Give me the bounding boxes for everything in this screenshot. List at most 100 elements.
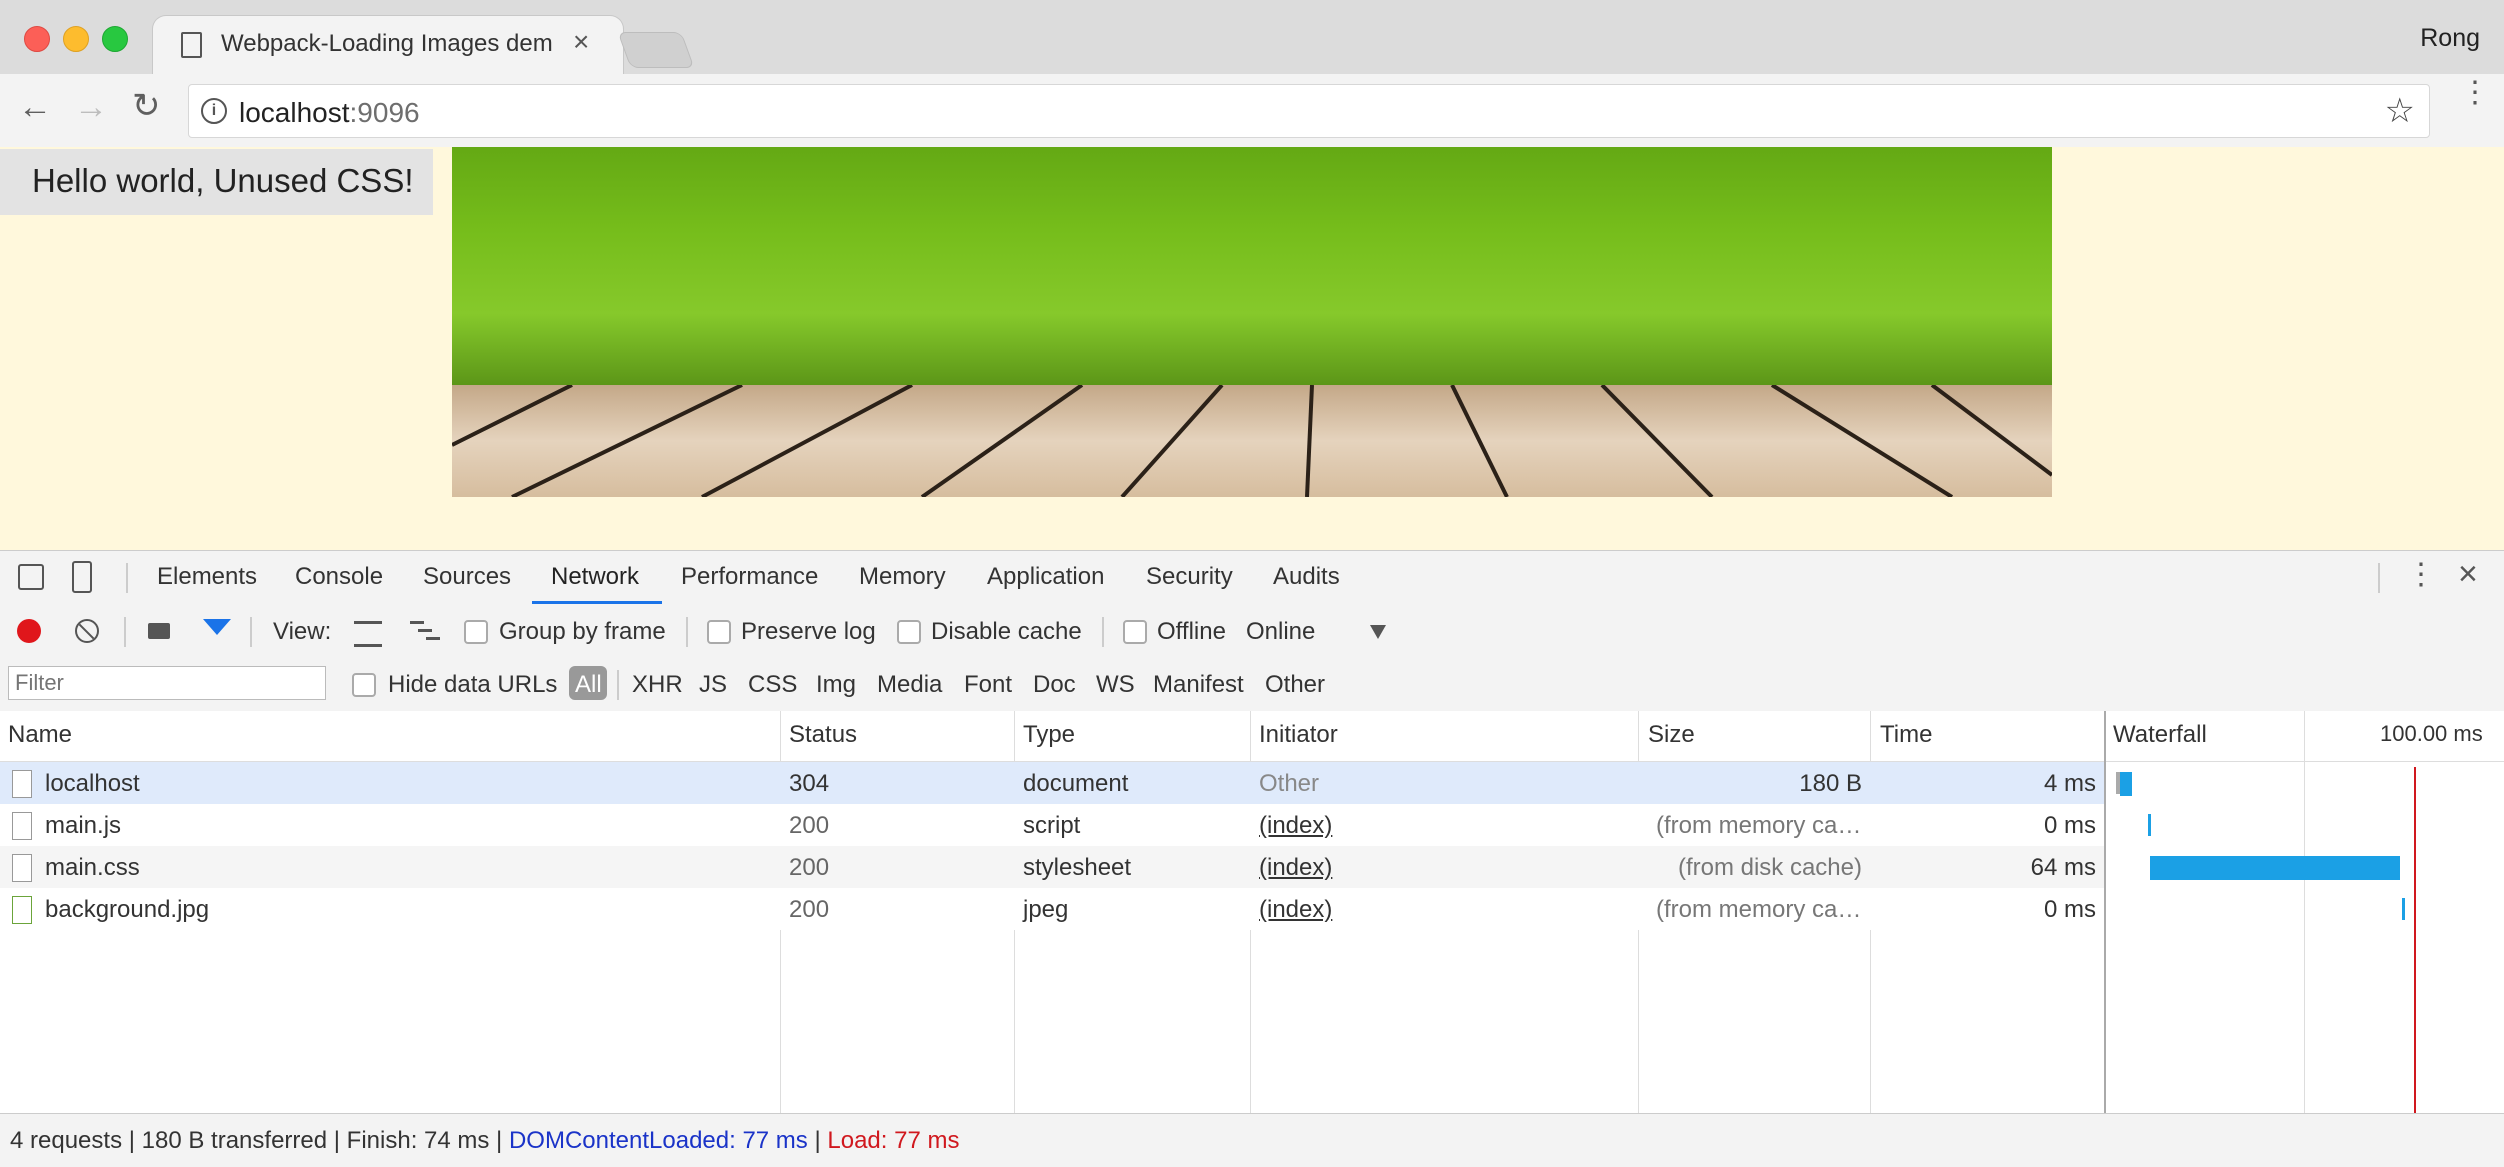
row-initiator-link[interactable]: (index) (1259, 854, 1332, 882)
offline-checkbox[interactable] (1123, 620, 1147, 644)
tab-console[interactable]: Console (295, 563, 383, 591)
type-filter-doc[interactable]: Doc (1033, 671, 1076, 699)
profile-name[interactable]: Rong (2420, 24, 2480, 53)
row-time: 4 ms (2043, 770, 2096, 797)
header-name[interactable]: Name (8, 721, 72, 749)
header-initiator[interactable]: Initiator (1259, 721, 1338, 749)
close-devtools-icon[interactable]: × (2458, 555, 2478, 594)
disable-cache-checkbox[interactable] (897, 620, 921, 644)
devtools-menu-icon[interactable]: ⋮ (2406, 557, 2436, 592)
row-time: 0 ms (2043, 896, 2096, 923)
waterfall-bar (2402, 898, 2405, 920)
row-type: document (1023, 770, 1129, 797)
row-name[interactable]: main.js (45, 812, 121, 840)
type-filter-all[interactable]: All (569, 666, 607, 700)
row-name[interactable]: localhost (45, 770, 140, 798)
type-filter-manifest[interactable]: Manifest (1153, 671, 1244, 699)
record-icon[interactable] (17, 619, 41, 643)
close-tab-icon[interactable]: × (573, 26, 589, 58)
browser-tab[interactable]: Webpack-Loading Images dem × (152, 15, 624, 76)
summary-domcontentloaded: DOMContentLoaded: 77 ms (508, 1127, 808, 1154)
deck-planks (452, 385, 2052, 497)
hide-data-urls-checkbox[interactable] (352, 673, 376, 697)
row-status: 200 (789, 854, 830, 881)
type-filter-ws[interactable]: WS (1096, 671, 1135, 699)
preserve-log-checkbox[interactable] (707, 620, 731, 644)
header-size[interactable]: Size (1648, 721, 1695, 749)
row-size: (from memory ca… (1656, 896, 1862, 923)
group-by-frame-checkbox[interactable] (464, 620, 488, 644)
filter-icon[interactable] (203, 619, 231, 635)
type-filter-xhr[interactable]: XHR (632, 671, 683, 699)
forward-icon[interactable]: → (74, 88, 108, 127)
filter-input[interactable] (8, 666, 326, 700)
row-name[interactable]: background.jpg (45, 896, 209, 924)
minimize-window-button[interactable] (63, 26, 89, 52)
hello-text: Hello world, Unused CSS! (32, 162, 414, 199)
throttling-select[interactable]: Online (1246, 618, 1315, 646)
waterfall-gridline (2304, 711, 2305, 1113)
row-time: 0 ms (2043, 812, 2096, 839)
inspect-element-icon[interactable] (18, 564, 44, 590)
address-bar[interactable]: i localhost:9096 ☆ (188, 84, 2430, 138)
type-filter-font[interactable]: Font (964, 671, 1012, 699)
tab-network[interactable]: Network (551, 563, 639, 591)
separator (686, 617, 688, 647)
row-size: 180 B (1799, 770, 1862, 797)
table-row[interactable]: main.js 200 script (index) (from memory … (0, 804, 2104, 846)
row-initiator-link[interactable]: (index) (1259, 812, 1332, 840)
waterfall-bar (2150, 856, 2400, 880)
large-rows-icon[interactable] (354, 621, 382, 647)
type-filter-img[interactable]: Img (816, 671, 856, 699)
hide-data-urls-label: Hide data URLs (388, 671, 558, 698)
separator (124, 617, 126, 647)
group-by-frame-label: Group by frame (499, 618, 666, 645)
tab-audits[interactable]: Audits (1273, 563, 1340, 591)
type-filter-other[interactable]: Other (1265, 671, 1325, 699)
overview-icon[interactable] (410, 621, 440, 641)
reload-icon[interactable]: ↻ (132, 86, 161, 126)
tab-sources[interactable]: Sources (423, 563, 511, 591)
script-file-icon (12, 812, 32, 840)
tab-memory[interactable]: Memory (859, 563, 946, 591)
header-waterfall[interactable]: Waterfall (2113, 721, 2207, 749)
maximize-window-button[interactable] (102, 26, 128, 52)
summary-finish: Finish: 74 ms (346, 1127, 490, 1154)
row-name[interactable]: main.css (45, 854, 140, 882)
row-size: (from memory ca… (1656, 812, 1862, 839)
header-type[interactable]: Type (1023, 721, 1075, 749)
close-window-button[interactable] (24, 26, 50, 52)
tab-strip: Webpack-Loading Images dem × Rong (0, 0, 2504, 76)
stylesheet-file-icon (12, 854, 32, 882)
table-row[interactable]: localhost 304 document Other 180 B 4 ms (0, 762, 2104, 804)
table-header: Name Status Type Initiator Size Time Wat… (0, 711, 2504, 762)
device-toolbar-icon[interactable] (72, 561, 92, 593)
back-icon[interactable]: ← (18, 88, 52, 127)
type-filter-media[interactable]: Media (877, 671, 942, 699)
clear-icon[interactable] (75, 619, 99, 643)
screenshot-camera-icon[interactable] (148, 623, 170, 639)
info-icon[interactable]: i (201, 98, 227, 124)
throttle-dropdown-icon[interactable] (1370, 625, 1386, 639)
type-filter-js[interactable]: JS (699, 671, 727, 699)
tab-application[interactable]: Application (987, 563, 1104, 591)
row-type: jpeg (1023, 896, 1069, 923)
row-initiator-link[interactable]: (index) (1259, 896, 1332, 924)
header-status[interactable]: Status (789, 721, 857, 749)
tab-performance[interactable]: Performance (681, 563, 818, 591)
separator (1102, 617, 1104, 647)
new-tab-button[interactable] (617, 32, 695, 68)
network-filter-bar: Hide data URLs All XHR JS CSS Img Media … (0, 658, 2504, 712)
table-row[interactable]: main.css 200 stylesheet (index) (from di… (0, 846, 2104, 888)
header-time[interactable]: Time (1880, 721, 1932, 749)
tab-elements[interactable]: Elements (157, 563, 257, 591)
type-filter-css[interactable]: CSS (748, 671, 797, 699)
separator (126, 563, 128, 593)
tab-security[interactable]: Security (1146, 563, 1233, 591)
summary-load: Load: 77 ms (827, 1127, 960, 1154)
row-status: 304 (789, 770, 830, 797)
network-summary-bar: 4 requests | 180 B transferred | Finish:… (0, 1113, 2504, 1167)
menu-kebab-icon[interactable]: ⋮ (2460, 78, 2490, 108)
bookmark-star-icon[interactable]: ☆ (2385, 91, 2415, 131)
table-row[interactable]: background.jpg 200 jpeg (index) (from me… (0, 888, 2104, 930)
